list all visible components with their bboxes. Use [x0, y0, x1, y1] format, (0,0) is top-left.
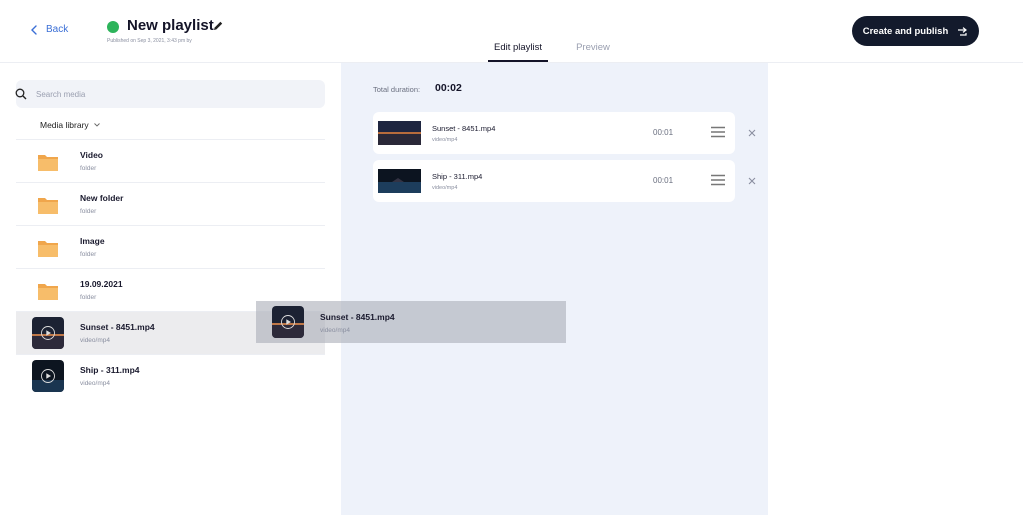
item-type: video/mp4 [432, 185, 458, 191]
item-name: Sunset - 8451.mp4 [432, 124, 496, 133]
ship-thumbnail [32, 360, 64, 392]
item-type: video/mp4 [80, 380, 110, 387]
folder-icon [38, 198, 58, 214]
back-button[interactable]: Back [30, 24, 68, 35]
item-name: Image [80, 236, 105, 246]
item-type: folder [80, 165, 97, 172]
item-type: folder [80, 294, 97, 301]
close-icon[interactable] [747, 128, 757, 138]
list-item[interactable]: Ship - 311.mp4 video/mp4 [16, 354, 325, 397]
close-icon[interactable] [747, 176, 757, 186]
publish-label: Create and publish [862, 25, 949, 37]
item-name: New folder [80, 193, 124, 203]
search-input[interactable] [36, 80, 316, 108]
tab-preview[interactable]: Preview [570, 42, 616, 62]
media-list: Video folder New folder folder Image fol… [16, 139, 325, 397]
list-item[interactable]: New folder folder [16, 182, 325, 225]
list-item[interactable]: Image folder [16, 225, 325, 268]
item-type: folder [80, 208, 97, 215]
ship-thumbnail [378, 169, 421, 193]
top-bar: Back New playlist Published on Sep 3, 20… [0, 0, 1023, 63]
drag-handle-icon[interactable] [711, 126, 725, 138]
folder-icon [38, 241, 58, 257]
drag-item-name: Sunset - 8451.mp4 [320, 312, 395, 322]
item-duration: 00:01 [653, 176, 674, 185]
list-item[interactable]: Video folder [16, 139, 325, 182]
create-and-publish-button[interactable]: Create and publish [852, 16, 979, 46]
drag-item-type: video/mp4 [320, 327, 350, 334]
playlist-title: New playlist [127, 17, 214, 34]
media-library-dropdown[interactable]: Media library [40, 120, 100, 130]
playlist-canvas: Total duration: 00:02 Sunset - 8451.mp4 … [341, 63, 768, 515]
publish-arrow-icon [958, 26, 968, 36]
item-type: video/mp4 [80, 337, 110, 344]
status-dot [107, 21, 119, 33]
item-name: 19.09.2021 [80, 279, 123, 289]
playlist-item[interactable]: Ship - 311.mp4 video/mp4 00:01 [373, 160, 735, 202]
media-library-label: Media library [40, 120, 89, 130]
item-type: folder [80, 251, 97, 258]
edit-pencil-icon[interactable] [212, 20, 224, 32]
item-type: video/mp4 [432, 137, 458, 143]
drag-preview[interactable]: Sunset - 8451.mp4 video/mp4 [256, 301, 566, 343]
item-name: Video [80, 150, 103, 160]
back-label: Back [46, 24, 69, 35]
sunset-thumbnail [378, 121, 421, 145]
media-sidebar: Media library Video folder New folder fo… [0, 63, 341, 515]
total-duration-value: 00:02 [435, 82, 462, 94]
right-panel [768, 63, 1023, 515]
search-box [15, 80, 325, 108]
tab-bar: Edit playlist Preview [488, 42, 616, 62]
item-name: Sunset - 8451.mp4 [80, 322, 155, 332]
published-info: Published on Sep 3, 2021, 3:43 pm by [107, 38, 192, 44]
sunset-thumbnail [32, 317, 64, 349]
folder-icon [38, 284, 58, 300]
item-duration: 00:01 [653, 128, 674, 137]
sunset-thumbnail [272, 306, 304, 338]
chevron-down-icon [93, 123, 100, 127]
folder-icon [38, 155, 58, 171]
playlist-item[interactable]: Sunset - 8451.mp4 video/mp4 00:01 [373, 112, 735, 154]
item-name: Ship - 311.mp4 [432, 172, 483, 181]
chevron-left-icon [31, 24, 37, 35]
item-name: Ship - 311.mp4 [80, 365, 140, 375]
drag-handle-icon[interactable] [711, 174, 725, 186]
search-icon [15, 88, 27, 100]
total-duration-label: Total duration: [373, 85, 421, 94]
tab-edit-playlist[interactable]: Edit playlist [488, 42, 549, 62]
